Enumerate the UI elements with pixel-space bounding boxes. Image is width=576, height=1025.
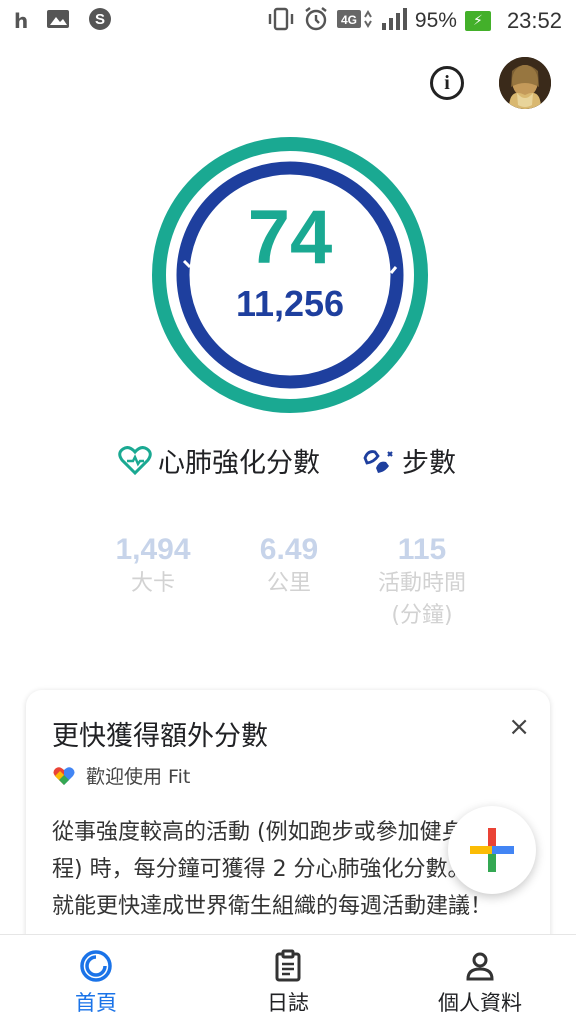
google-fit-icon [53, 766, 75, 785]
plus-icon [470, 828, 514, 872]
heart-points-value: 74 [247, 195, 333, 280]
calories-value: 1,494 [115, 533, 191, 566]
steps-value: 11,256 [235, 283, 345, 324]
battery-charging-icon: ⚡ [464, 11, 491, 31]
signal-icon [381, 7, 407, 35]
card-source: 歡迎使用 Fit [52, 762, 190, 789]
card-title: 更快獲得額外分數 [52, 721, 268, 752]
network-4g-icon: 4G [336, 7, 373, 35]
nav-profile-label: 個人資料 [438, 991, 522, 1015]
nav-journal[interactable]: 日誌 [218, 949, 358, 1017]
heart-points-legend[interactable]: 心肺強化分數 [118, 441, 320, 480]
app-s-icon: S [88, 7, 112, 35]
bottom-nav: 首頁 日誌 個人資料 [0, 934, 576, 1025]
alarm-icon [303, 6, 329, 36]
distance-value: 6.49 [259, 533, 319, 566]
status-bar: h S 4G 95% ⚡ 23:52 [0, 0, 576, 42]
clock: 23:52 [506, 8, 562, 33]
info-icon[interactable]: i [430, 66, 464, 100]
calories-label: 大卡 [130, 571, 175, 596]
nav-home[interactable]: 首頁 [26, 949, 166, 1017]
close-icon[interactable]: × [508, 712, 530, 742]
card-source-label: 歡迎使用 Fit [86, 766, 191, 788]
vibrate-icon [267, 7, 295, 35]
battery-percent: 95% [414, 9, 457, 32]
svg-text:4G: 4G [341, 13, 357, 27]
distance-stat: 6.49 公里 [234, 532, 344, 600]
steps-legend[interactable]: 步數 [362, 441, 456, 480]
move-minutes-unit: (分鐘) [391, 603, 453, 628]
distance-label: 公里 [266, 571, 311, 596]
move-minutes-value: 115 [397, 533, 447, 566]
heart-icon [118, 445, 152, 475]
profile-icon [466, 952, 494, 981]
avatar[interactable] [499, 57, 551, 109]
notification-h-icon: h [14, 9, 29, 33]
svg-text:S: S [95, 11, 105, 28]
calories-stat: 1,494 大卡 [98, 532, 208, 600]
heart-points-label: 心肺強化分數 [158, 448, 320, 479]
nav-journal-label: 日誌 [267, 991, 309, 1015]
home-ring-icon [80, 950, 112, 982]
journal-icon [275, 949, 301, 982]
steps-label: 步數 [402, 448, 456, 479]
image-icon [46, 9, 70, 33]
move-minutes-stat: 115 活動時間 (分鐘) [356, 532, 488, 632]
nav-profile[interactable]: 個人資料 [410, 949, 550, 1017]
nav-home-label: 首頁 [75, 991, 117, 1015]
footsteps-icon [363, 449, 393, 473]
move-minutes-label: 活動時間 [377, 571, 466, 596]
add-button[interactable] [448, 806, 536, 894]
